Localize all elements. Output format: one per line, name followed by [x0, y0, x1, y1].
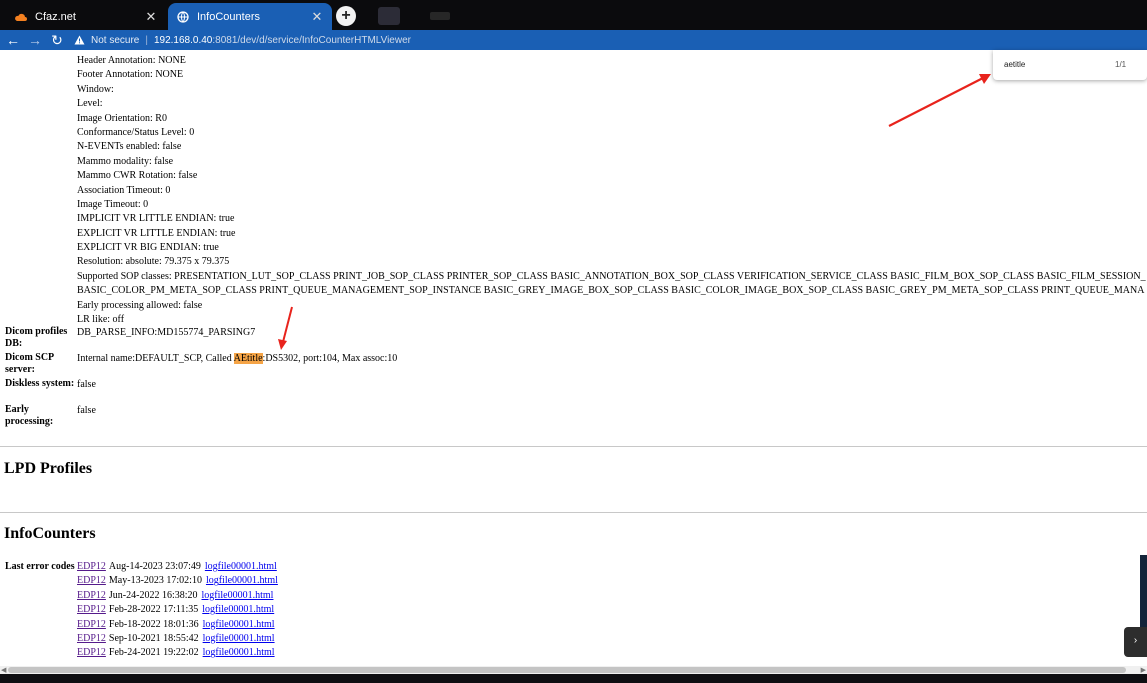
error-date: Feb-18-2022 18:01:36 [108, 618, 199, 630]
error-codes-table: EDP12 Aug-14-2023 23:07:49 logfile00001.ht… [77, 560, 278, 661]
tab-title: Cfaz.net [35, 10, 76, 23]
profile-detail-line: Supported SOP classes: PRESENTATION_LUT_… [77, 270, 1146, 282]
cloud-favicon-icon [14, 10, 27, 23]
error-date: Aug-14-2023 23:07:49 [108, 561, 201, 572]
error-code-row: EDP12 Feb-18-2022 18:01:36 logfile00001.ht… [77, 618, 278, 632]
error-code-link[interactable]: EDP12 [77, 604, 106, 615]
profile-detail-line: Level: [77, 98, 103, 110]
error-code-link[interactable]: EDP12 [77, 619, 106, 630]
taskbar-app-icon [378, 7, 400, 25]
error-code-link[interactable]: EDP12 [77, 561, 106, 572]
logfile-link[interactable]: logfile00001.html [206, 575, 278, 586]
profile-detail-line: Mammo modality: false [77, 155, 174, 167]
find-in-page-bar: aetitle 1/1 [993, 50, 1147, 80]
error-code-link[interactable]: EDP12 [77, 590, 106, 601]
find-match-count: 1/1 [1115, 60, 1127, 69]
section-heading-lpd: LPD Profiles [4, 460, 93, 477]
forward-arrow-icon[interactable]: → [24, 30, 46, 50]
divider [0, 512, 1147, 513]
logfile-link[interactable]: logfile00001.html [203, 647, 275, 658]
property-value: DB_PARSE_INFO:MD155774_PARSING7 [77, 327, 256, 338]
profile-detail-line: Image Orientation: R0 [77, 112, 167, 124]
tab-strip: Cfaz.net ✕ InfoCounters ✕ + [0, 0, 1147, 30]
error-code-link[interactable]: EDP12 [77, 575, 106, 586]
profile-detail-line: Conformance/Status Level: 0 [77, 126, 195, 138]
error-code-link[interactable]: EDP12 [77, 647, 106, 658]
tab-close-icon[interactable]: ✕ [310, 9, 324, 25]
property-label: Diskless system: [5, 378, 75, 389]
profile-detail-line: N-EVENTs enabled: false [77, 141, 182, 153]
property-label: Early processing: [5, 404, 54, 427]
last-error-codes-label: Last error codes [5, 561, 75, 572]
scp-text-before: Internal name:DEFAULT_SCP, Called [77, 353, 234, 364]
url-host: 192.168.0.40 [153, 34, 213, 46]
error-code-row: EDP12 Feb-28-2022 17:11:35 logfile00001.ht… [77, 603, 278, 617]
tab-cfaz[interactable]: Cfaz.net ✕ [6, 3, 166, 30]
profile-detail-line: EXPLICIT VR LITTLE ENDIAN: true [77, 227, 236, 239]
profile-detail-line: Association Timeout: 0 [77, 184, 171, 196]
profile-detail-line: IMPLICIT VR LITTLE ENDIAN: true [77, 213, 235, 225]
profile-detail-line: Header Annotation: NONE [77, 55, 186, 66]
find-input[interactable]: aetitle [1004, 60, 1025, 69]
os-taskbar [0, 674, 1147, 683]
profile-detail-line: BASIC_COLOR_PM_META_SOP_CLASS PRINT_QUEU… [77, 285, 1145, 297]
find-highlight: AEtitle [233, 353, 263, 364]
page-viewport: Header Annotation: NONE Footer Annotation… [0, 50, 1147, 666]
error-code-link[interactable]: EDP12 [77, 633, 106, 644]
globe-favicon-icon [176, 10, 189, 23]
error-code-row: EDP12 Jun-24-2022 16:38:20 logfile00001.ht… [77, 589, 278, 603]
profile-detail-line: Resolution: absolute: 79.375 x 79.375 [77, 256, 230, 268]
error-date: Jun-24-2022 16:38:20 [108, 589, 198, 601]
tab-infocounters[interactable]: InfoCounters ✕ [168, 3, 332, 30]
property-value: Internal name:DEFAULT_SCP, Called AEtitl… [77, 352, 397, 366]
logfile-link[interactable]: logfile00001.html [203, 633, 275, 644]
scroll-left-icon[interactable]: ◀ [1, 666, 6, 674]
profile-detail-line: EXPLICIT VR BIG ENDIAN: true [77, 242, 219, 254]
printer-profile-details: Header Annotation: NONE Footer Annotation… [77, 54, 1146, 327]
error-date: Sep-10-2021 18:55:42 [108, 632, 199, 644]
error-code-row: EDP12 Sep-10-2021 18:55:42 logfile00001.ht… [77, 632, 278, 646]
error-code-row: EDP12 Feb-24-2021 19:22:02 logfile00001.ht… [77, 646, 278, 660]
reload-icon[interactable]: ↻ [46, 30, 68, 50]
url-path: :8081/dev/d/service/InfoCounterHTMLViewe… [212, 34, 411, 46]
property-label: Dicom SCP server: [5, 352, 54, 375]
horizontal-scrollbar[interactable]: ◀ ▶ [0, 666, 1147, 674]
profile-detail-line: Early processing allowed: false [77, 299, 203, 311]
divider [0, 446, 1147, 447]
property-value: false [77, 379, 96, 390]
logfile-link[interactable]: logfile00001.html [202, 590, 274, 601]
side-panel-toggle-button[interactable]: › [1124, 627, 1147, 657]
warning-icon[interactable] [74, 35, 85, 46]
address-bar[interactable]: Not secure | 192.168.0.40 :8081/dev/d/se… [74, 35, 411, 46]
property-value: false [77, 405, 96, 416]
security-label: Not secure [91, 34, 140, 46]
scrollbar-thumb[interactable] [8, 667, 1126, 673]
profile-detail-line: Footer Annotation: NONE [77, 69, 184, 81]
scroll-right-icon[interactable]: ▶ [1141, 666, 1146, 674]
profile-detail-line: Image Timeout: 0 [77, 198, 149, 210]
logfile-link[interactable]: logfile00001.html [205, 561, 277, 572]
section-heading-infocounters: InfoCounters [4, 525, 96, 542]
tab-title: InfoCounters [197, 10, 260, 23]
profile-detail-line: Mammo CWR Rotation: false [77, 170, 198, 182]
taskbar-app-icon [430, 12, 450, 20]
browser-toolbar: ← → ↻ Not secure | 192.168.0.40 :8081/de… [0, 30, 1147, 50]
address-separator: | [145, 34, 148, 46]
property-label: Dicom profiles DB: [5, 326, 68, 349]
tab-close-icon[interactable]: ✕ [144, 9, 158, 25]
error-date: Feb-28-2022 17:11:35 [108, 604, 199, 616]
error-code-row: EDP12 May-13-2023 17:02:10 logfile00001.ht… [77, 574, 278, 588]
back-arrow-icon[interactable]: ← [2, 30, 24, 50]
logfile-link[interactable]: logfile00001.html [202, 604, 274, 615]
profile-detail-line: Window: [77, 83, 114, 95]
new-tab-button[interactable]: + [336, 6, 356, 26]
error-date: Feb-24-2021 19:22:02 [108, 647, 199, 659]
logfile-link[interactable]: logfile00001.html [203, 619, 275, 630]
error-date: May-13-2023 17:02:10 [108, 575, 202, 587]
error-code-row: EDP12 Aug-14-2023 23:07:49 logfile00001.ht… [77, 560, 278, 574]
scp-text-after: :DS5302, port:104, Max assoc:10 [262, 353, 398, 364]
